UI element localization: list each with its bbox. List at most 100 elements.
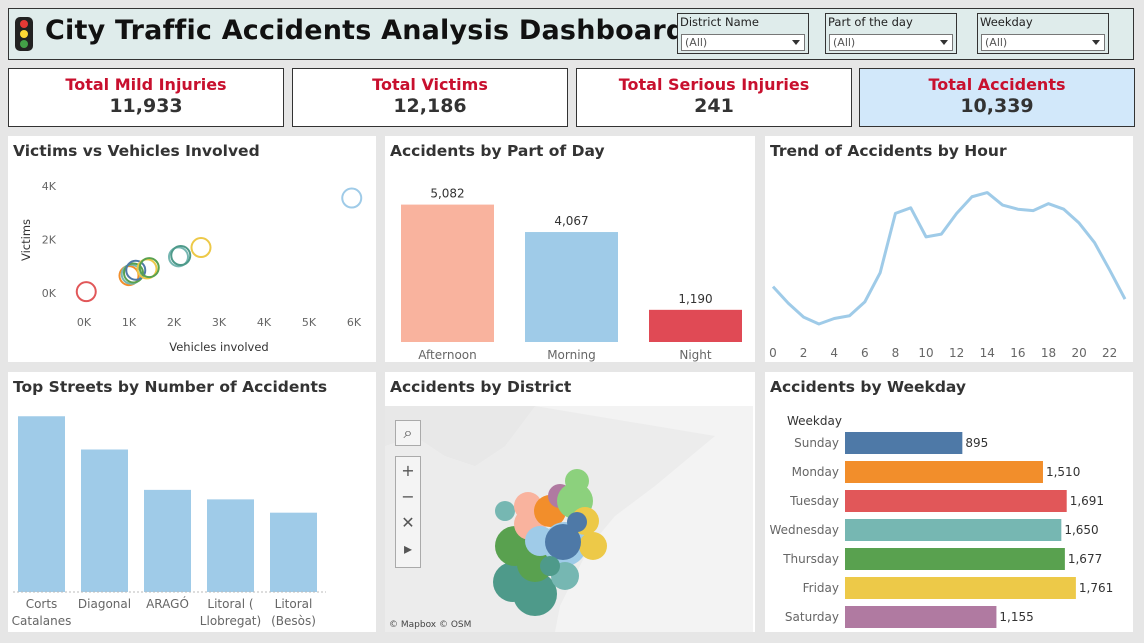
filter-part-of-day: Part of the day (All) [825, 13, 957, 54]
bar-value-label: 1,761 [1079, 581, 1113, 595]
category-label: Monday [792, 465, 839, 479]
x-tick-label: 4 [830, 346, 838, 360]
zoom-in-button[interactable]: + [396, 457, 420, 483]
bar-saturday [845, 606, 997, 628]
category-label: Catalanes [12, 614, 72, 628]
axis-label: Weekday [787, 414, 842, 428]
minus-icon: − [401, 486, 415, 506]
panel-top-streets: Top Streets by Number of Accidents Corts… [8, 372, 376, 632]
x-tick-label: 6 [861, 346, 869, 360]
y-tick-label: 2K [42, 234, 57, 247]
bar-value-label: 1,677 [1068, 552, 1102, 566]
category-label: ARAGÓ [146, 596, 189, 611]
x-tick-label: 22 [1102, 346, 1117, 360]
bar-morning [525, 232, 618, 342]
map-search-button[interactable]: ⌕ [395, 420, 421, 446]
filter-district-label: District Name [680, 15, 759, 29]
bar-afternoon [401, 204, 494, 342]
category-label: Corts [26, 597, 58, 611]
x-tick-label: 4K [257, 316, 272, 329]
filter-weekday-value: (All) [985, 36, 1008, 49]
bar-value-label: 4,067 [554, 214, 588, 228]
category-label: Morning [547, 348, 596, 362]
filter-part-of-day-value: (All) [833, 36, 856, 49]
district-map[interactable] [385, 406, 753, 632]
bar-monday [845, 461, 1043, 483]
filter-weekday-label: Weekday [980, 15, 1033, 29]
part-of-day-chart[interactable]: 5,082 Afternoon 4,067 Morning 1,190 Night [385, 136, 755, 362]
street-bar [207, 499, 254, 592]
x-tick-label: 8 [892, 346, 900, 360]
kpi-victims: Total Victims 12,186 [292, 68, 568, 127]
play-arrow-icon: ▸ [403, 538, 413, 558]
x-tick-label: 6K [347, 316, 362, 329]
scatter-chart[interactable]: 0K 1K 2K 3K 4K 5K 6K 0K 2K 4K Vehicles involved Vic… [8, 136, 376, 362]
panel-weekday: Accidents by Weekday Weekday Sunday 895 Mon… [765, 372, 1133, 632]
x-axis-label: Vehicles involved [169, 340, 268, 354]
x-tick-label: 3K [212, 316, 227, 329]
x-tick-label: 2 [800, 346, 808, 360]
bar-sunday [845, 432, 963, 454]
kpi-total-accidents: Total Accidents 10,339 [859, 68, 1135, 127]
dashboard-title: City Traffic Accidents Analysis Dashboar… [45, 15, 686, 46]
filter-weekday: Weekday (All) [977, 13, 1109, 54]
category-label: Diagonal [78, 597, 131, 611]
panel-victims-vs-vehicles: Victims vs Vehicles Involved 0K 1K 2K 3K 4K 5… [8, 136, 376, 362]
x-tick-label: 10 [918, 346, 933, 360]
x-tick-label: 12 [949, 346, 964, 360]
street-bar [81, 449, 128, 592]
trend-line [771, 191, 1127, 326]
unpin-icon: ✕ [401, 512, 415, 532]
kpi-label: Total Victims [372, 75, 488, 94]
category-label: Litoral ( [207, 597, 253, 611]
y-axis-label: Victims [19, 219, 33, 261]
x-tick-label: 2K [167, 316, 182, 329]
bar-value-label: 1,190 [678, 292, 712, 306]
bar-value-label: 1,691 [1070, 494, 1104, 508]
x-tick-label: 1K [122, 316, 137, 329]
x-tick-label: 5K [302, 316, 317, 329]
kpi-label: Total Serious Injuries [618, 75, 810, 94]
bar-night [649, 309, 742, 342]
bar-value-label: 1,650 [1064, 523, 1098, 537]
bar-value-label: 1,510 [1046, 465, 1080, 479]
scatter-point [75, 281, 97, 303]
kpi-value: 241 [694, 95, 734, 117]
weekday-chart[interactable]: Weekday Sunday 895 Monday 1,510 Tuesday 1,691 W… [765, 372, 1133, 632]
plus-icon: + [401, 460, 415, 480]
filter-district-select[interactable]: (All) [681, 34, 805, 51]
unpin-map-button[interactable]: ✕ [396, 509, 420, 535]
filter-part-of-day-label: Part of the day [828, 15, 913, 29]
filter-weekday-select[interactable]: (All) [981, 34, 1105, 51]
category-label: (Besòs) [271, 614, 316, 628]
chevron-down-icon [792, 40, 800, 45]
x-tick-label: 18 [1041, 346, 1056, 360]
x-tick-label: 14 [980, 346, 995, 360]
street-bar [270, 512, 317, 592]
trend-chart[interactable]: 0 2 4 6 8 10 12 14 16 18 20 22 [765, 136, 1133, 362]
bar-tuesday [845, 490, 1067, 512]
category-label: Litoral [275, 597, 313, 611]
chevron-down-icon [940, 40, 948, 45]
zoom-out-button[interactable]: − [396, 483, 420, 509]
category-label: Afternoon [418, 348, 477, 362]
filter-part-of-day-select[interactable]: (All) [829, 34, 953, 51]
search-icon: ⌕ [403, 423, 413, 442]
kpi-value: 12,186 [393, 95, 467, 117]
map-shapes [385, 406, 753, 632]
panel-title: Accidents by District [390, 378, 572, 396]
street-bar [144, 489, 191, 592]
category-label: Night [679, 348, 712, 362]
bar-wednesday [845, 519, 1062, 541]
category-label: Sunday [794, 436, 839, 450]
category-label: Thursday [782, 552, 839, 566]
category-label: Friday [803, 581, 839, 595]
category-label: Wednesday [770, 523, 839, 537]
kpi-value: 10,339 [960, 95, 1034, 117]
expand-tools-button[interactable]: ▸ [396, 535, 420, 561]
dashboard-header: City Traffic Accidents Analysis Dashboar… [8, 8, 1134, 60]
scatter-point [190, 237, 212, 259]
panel-district-map: Accidents by District ⌕ + − ✕ ▸ © Mapbox… [385, 372, 755, 632]
bar-friday [845, 577, 1076, 599]
streets-chart[interactable]: Corts Catalanes Diagonal ARAGÓ Litoral (Llob… [8, 372, 376, 632]
